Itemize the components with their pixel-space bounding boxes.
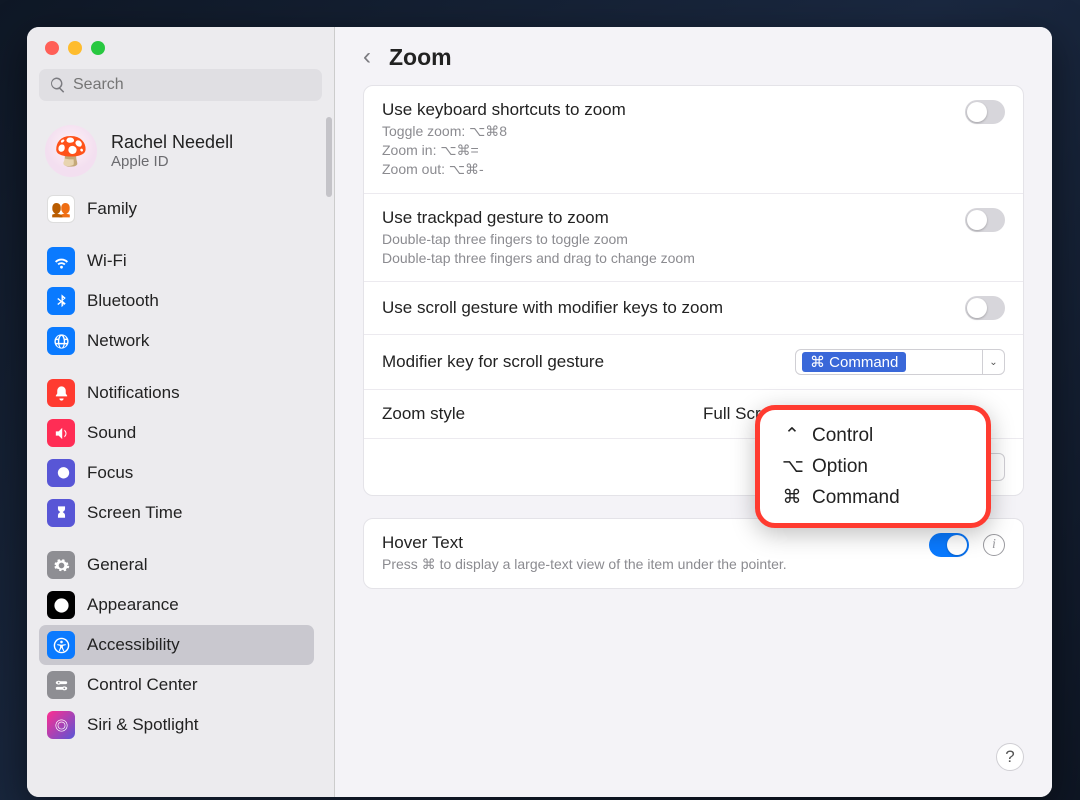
sidebar-item-label: Bluetooth — [87, 291, 159, 311]
row-trackpad-gesture: Use trackpad gesture to zoom Double-tap … — [364, 194, 1023, 283]
select-value: ⌘ Command — [802, 352, 906, 372]
hover-text-panel: Hover Text Press ⌘ to display a large-te… — [363, 518, 1024, 589]
sidebar-scrollbar[interactable] — [326, 117, 332, 197]
sidebar-item-siri[interactable]: Siri & Spotlight — [39, 705, 314, 745]
sidebar-item-family[interactable]: Family — [39, 189, 314, 229]
network-icon — [47, 327, 75, 355]
scroll-gesture-toggle[interactable] — [965, 296, 1005, 320]
row-hover-text: Hover Text Press ⌘ to display a large-te… — [364, 519, 1023, 588]
sidebar-item-focus[interactable]: Focus — [39, 453, 314, 493]
sidebar-item-network[interactable]: Network — [39, 321, 314, 361]
sidebar-item-label: Network — [87, 331, 149, 351]
search-input[interactable] — [39, 69, 322, 101]
row-title: Use trackpad gesture to zoom — [382, 208, 949, 228]
row-sub: Double-tap three fingers and drag to cha… — [382, 249, 949, 268]
avatar: 🍄 — [45, 125, 97, 177]
command-symbol-icon: ⌘ — [782, 486, 802, 509]
window-traffic-lights — [27, 35, 334, 69]
dropdown-option-label: Control — [812, 425, 873, 447]
notifications-icon — [47, 379, 75, 407]
dropdown-option-command[interactable]: ⌘ Command — [764, 482, 982, 513]
user-name: Rachel Needell — [111, 132, 233, 153]
sidebar-nav: 🍄 Rachel Needell Apple ID Family Wi-Fi B… — [27, 111, 334, 745]
siri-icon — [47, 711, 75, 739]
modifier-key-select[interactable]: ⌘ Command ⌄ — [795, 349, 1005, 375]
page-title: Zoom — [389, 44, 452, 71]
sidebar-item-bluetooth[interactable]: Bluetooth — [39, 281, 314, 321]
accessibility-icon — [47, 631, 75, 659]
row-sub: Double-tap three fingers to toggle zoom — [382, 230, 949, 249]
sidebar-item-label: Appearance — [87, 595, 179, 615]
sidebar: 🍄 Rachel Needell Apple ID Family Wi-Fi B… — [27, 27, 335, 797]
row-sub: Zoom out: ⌥⌘- — [382, 160, 949, 179]
dropdown-option-option[interactable]: ⌥ Option — [764, 451, 982, 482]
settings-window: 🍄 Rachel Needell Apple ID Family Wi-Fi B… — [27, 27, 1052, 797]
control-symbol-icon: ⌃ — [782, 424, 802, 447]
option-symbol-icon: ⌥ — [782, 455, 802, 478]
controlcenter-icon — [47, 671, 75, 699]
search-container — [27, 69, 334, 111]
sidebar-item-general[interactable]: General — [39, 545, 314, 585]
row-title: Hover Text — [382, 533, 913, 553]
wifi-icon — [47, 247, 75, 275]
screentime-icon — [47, 499, 75, 527]
row-title: Use scroll gesture with modifier keys to… — [382, 298, 949, 318]
maximize-window-button[interactable] — [91, 41, 105, 55]
keyboard-shortcuts-toggle[interactable] — [965, 100, 1005, 124]
sidebar-item-appearance[interactable]: Appearance — [39, 585, 314, 625]
sidebar-item-label: Siri & Spotlight — [87, 715, 199, 735]
modifier-key-dropdown: ⌃ Control ⌥ Option ⌘ Command — [755, 405, 991, 528]
sidebar-item-wifi[interactable]: Wi-Fi — [39, 241, 314, 281]
sidebar-item-controlcenter[interactable]: Control Center — [39, 665, 314, 705]
bluetooth-icon — [47, 287, 75, 315]
row-label: Zoom style — [382, 404, 687, 424]
minimize-window-button[interactable] — [68, 41, 82, 55]
sidebar-item-label: Sound — [87, 423, 136, 443]
row-modifier-key: Modifier key for scroll gesture ⌘ Comman… — [364, 335, 1023, 390]
row-label: Modifier key for scroll gesture — [382, 352, 779, 372]
sidebar-item-label: Family — [87, 199, 137, 219]
sound-icon — [47, 419, 75, 447]
row-scroll-gesture: Use scroll gesture with modifier keys to… — [364, 282, 1023, 335]
dropdown-option-label: Command — [812, 487, 900, 509]
row-keyboard-shortcuts: Use keyboard shortcuts to zoom Toggle zo… — [364, 86, 1023, 194]
gear-icon — [47, 551, 75, 579]
user-sub: Apple ID — [111, 153, 233, 170]
titlebar: ‹ Zoom — [363, 43, 1024, 85]
sidebar-item-label: Notifications — [87, 383, 180, 403]
row-sub: Zoom in: ⌥⌘= — [382, 141, 949, 160]
row-title: Use keyboard shortcuts to zoom — [382, 100, 949, 120]
family-icon — [47, 195, 75, 223]
sidebar-item-label: Focus — [87, 463, 133, 483]
sidebar-item-screentime[interactable]: Screen Time — [39, 493, 314, 533]
sidebar-item-notifications[interactable]: Notifications — [39, 373, 314, 413]
main-content: ‹ Zoom Use keyboard shortcuts to zoom To… — [335, 27, 1052, 797]
appearance-icon — [47, 591, 75, 619]
hover-text-toggle[interactable] — [929, 533, 969, 557]
sidebar-item-label: General — [87, 555, 147, 575]
info-icon[interactable]: i — [983, 534, 1005, 556]
sidebar-item-appleid[interactable]: 🍄 Rachel Needell Apple ID — [39, 119, 314, 189]
search-icon — [49, 76, 67, 94]
row-sub: Press ⌘ to display a large-text view of … — [382, 555, 913, 574]
chevron-down-icon: ⌄ — [982, 350, 1004, 374]
help-button[interactable]: ? — [996, 743, 1024, 771]
sidebar-item-label: Wi-Fi — [87, 251, 127, 271]
back-button[interactable]: ‹ — [363, 43, 371, 71]
focus-icon — [47, 459, 75, 487]
sidebar-item-label: Control Center — [87, 675, 198, 695]
sidebar-item-label: Screen Time — [87, 503, 182, 523]
trackpad-gesture-toggle[interactable] — [965, 208, 1005, 232]
sidebar-item-accessibility[interactable]: Accessibility — [39, 625, 314, 665]
close-window-button[interactable] — [45, 41, 59, 55]
sidebar-item-label: Accessibility — [87, 635, 180, 655]
row-sub: Toggle zoom: ⌥⌘8 — [382, 122, 949, 141]
dropdown-option-label: Option — [812, 456, 868, 478]
sidebar-item-sound[interactable]: Sound — [39, 413, 314, 453]
dropdown-option-control[interactable]: ⌃ Control — [764, 420, 982, 451]
